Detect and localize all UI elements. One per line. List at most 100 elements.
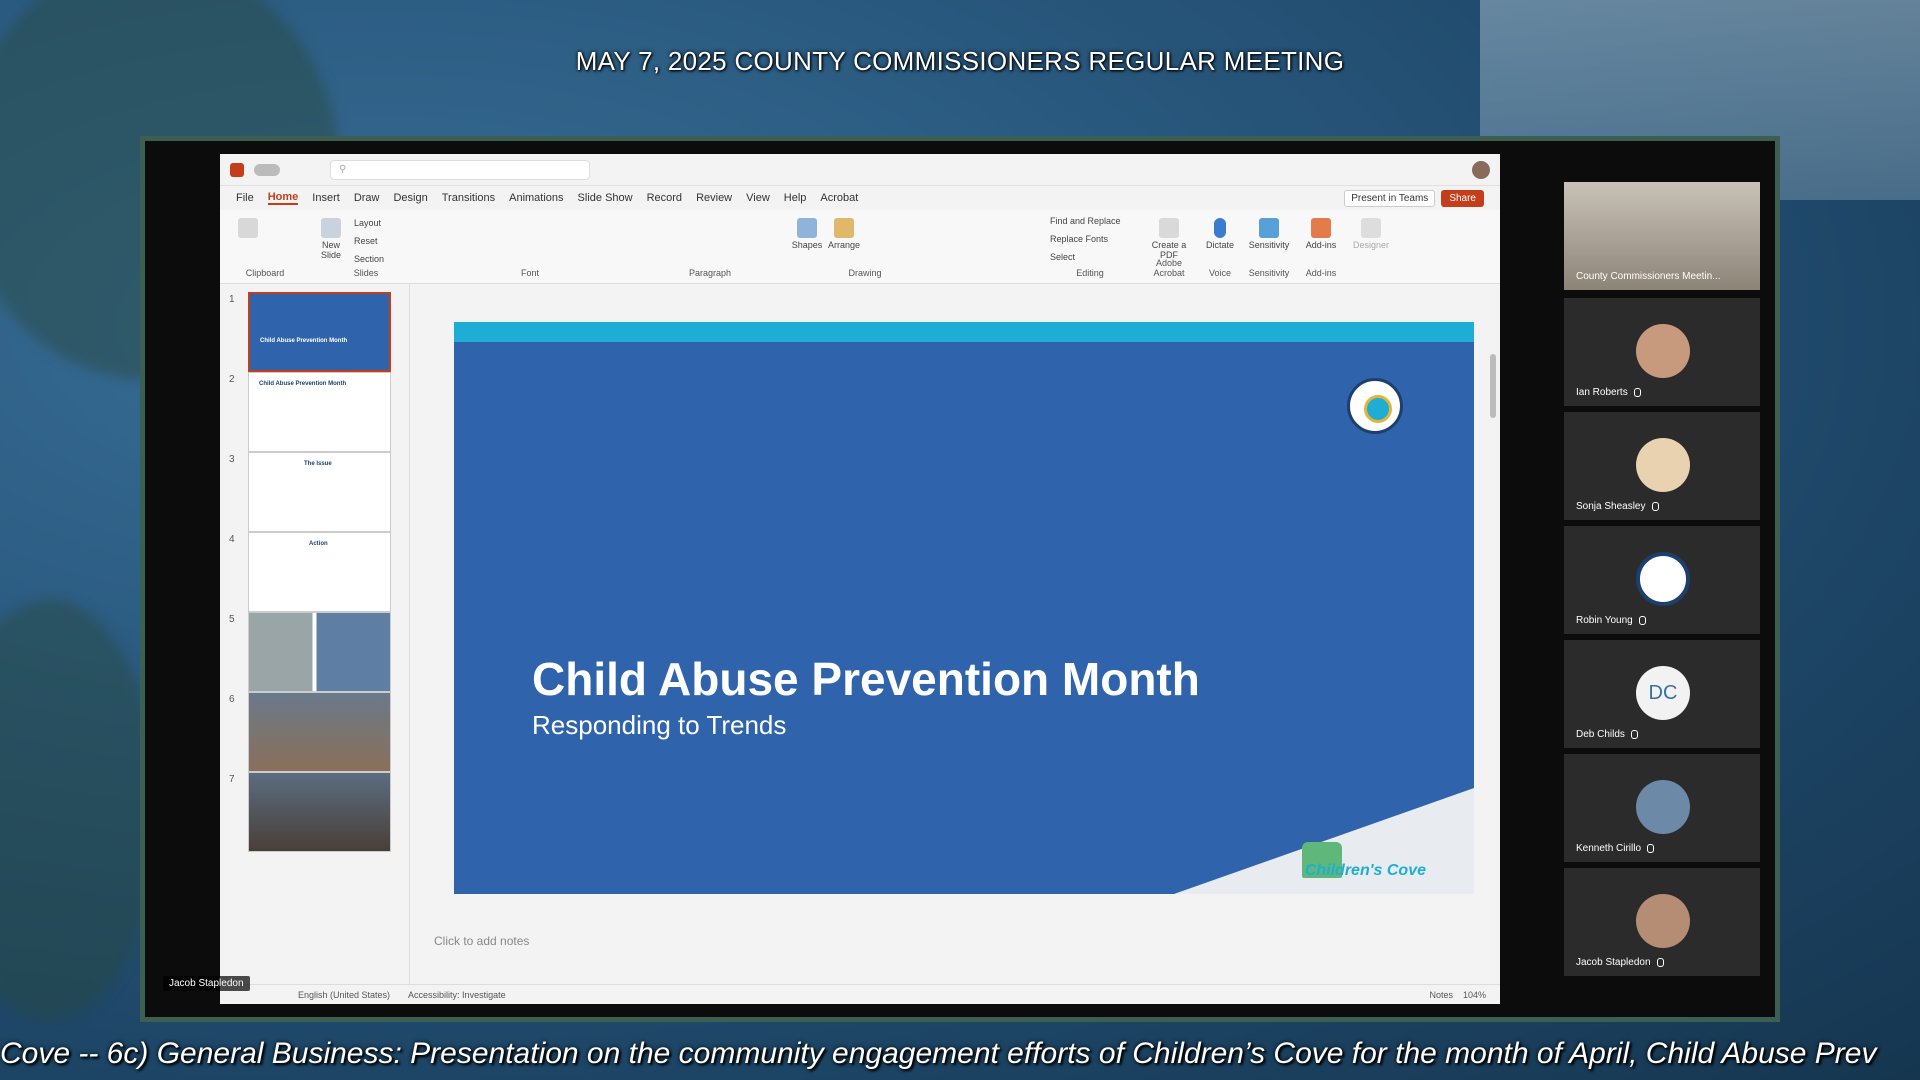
participant-name: Robin Young [1576,615,1646,626]
participant-name-text: Robin Young [1576,615,1633,626]
slide-thumbnail-3[interactable]: The Issue [248,452,391,532]
participant-name: Deb Childs [1576,729,1638,740]
county-seal-avatar [1636,552,1690,606]
addins-button[interactable]: Add-ins [1302,218,1340,250]
slide-title[interactable]: Child Abuse Prevention Month [532,652,1200,706]
paste-icon[interactable] [238,218,258,238]
participant-tile[interactable]: Robin Young [1564,526,1760,634]
thumb-number: 4 [229,534,235,545]
adobe-group: Create a PDF Adobe Acrobat [1144,214,1194,280]
participant-name-text: Jacob Stapledon [1576,957,1651,968]
layout-button[interactable]: Layout [354,218,381,228]
notes-button[interactable]: Notes [1429,990,1453,1000]
participant-name: Kenneth Cirillo [1576,843,1655,854]
section-button[interactable]: Section [354,254,384,264]
thumb-number: 5 [229,614,235,625]
workspace: 1 Child Abuse Prevention Month 2 Child A… [220,284,1500,984]
menu-home[interactable]: Home [267,191,299,205]
clipboard-label: Clipboard [245,268,285,278]
zoom-level[interactable]: 104% [1463,990,1486,1000]
drawing-group: Shapes Arrange Drawing [790,214,940,280]
replace-fonts-button[interactable]: Replace Fonts [1050,234,1108,244]
participant-name: Ian Roberts [1576,387,1641,398]
participant-name-text: Sonja Sheasley [1576,501,1646,512]
thumb-number: 7 [229,774,235,785]
participant-tile[interactable]: County Commissioners Meetin... [1564,182,1760,290]
sensitivity-button[interactable]: Sensitivity [1246,218,1292,250]
microphone-icon [1214,218,1226,238]
participant-tile[interactable]: DC Deb Childs [1564,640,1760,748]
share-button[interactable]: Share [1441,189,1484,207]
vertical-scrollbar[interactable] [1490,354,1496,418]
sensitivity-group: Sensitivity Sensitivity [1244,214,1294,280]
designer-group: Designer [1346,214,1396,280]
arrange-button[interactable]: Arrange [826,218,862,250]
menu-transitions[interactable]: Transitions [442,192,495,204]
menu-draw[interactable]: Draw [354,192,380,204]
participant-tile[interactable]: Kenneth Cirillo [1564,754,1760,862]
notes-placeholder[interactable]: Click to add notes [434,934,529,948]
menu-help[interactable]: Help [784,192,807,204]
initials-avatar: DC [1636,666,1690,720]
participant-tile[interactable]: Ian Roberts [1564,298,1760,406]
participant-tile[interactable]: Sonja Sheasley [1564,412,1760,520]
shapes-button[interactable]: Shapes [790,218,824,250]
clipboard-group: Clipboard [230,214,300,280]
menu-animations[interactable]: Animations [509,192,563,204]
find-replace-button[interactable]: Find and Replace [1050,216,1121,226]
powerpoint-icon [230,162,244,177]
designer-button[interactable]: Designer [1348,218,1394,250]
create-pdf-label: Create a PDF [1151,240,1187,260]
mic-muted-icon [1630,729,1638,739]
present-in-teams-button[interactable]: Present in Teams [1344,189,1436,207]
autosave-toggle[interactable] [254,163,280,176]
menu-record[interactable]: Record [647,192,682,204]
mic-muted-icon [1651,501,1659,511]
menu-design[interactable]: Design [393,192,427,204]
slides-group: New Slide Layout Reset Section Slides [316,214,416,280]
shapes-icon [797,218,817,238]
menu-insert[interactable]: Insert [312,192,340,204]
slide-thumbnail-7[interactable] [248,772,391,852]
reset-button[interactable]: Reset [354,236,378,246]
slide-top-band [454,322,1474,342]
menu-review[interactable]: Review [696,192,732,204]
slide-thumbnail-2[interactable]: Child Abuse Prevention Month [248,372,391,452]
new-slide-button[interactable]: New Slide [316,218,346,260]
arrange-label: Arrange [827,240,861,250]
menu-view[interactable]: View [746,192,770,204]
dictate-button[interactable]: Dictate [1202,218,1238,250]
slide-thumbnail-1[interactable]: Child Abuse Prevention Month [248,292,391,372]
arrange-icon [834,218,854,238]
menu-bar: File Home Insert Draw Design Transitions… [220,186,1500,210]
menu-slide-show[interactable]: Slide Show [578,192,633,204]
slide-thumbnail-4[interactable]: Action [248,532,391,612]
voice-group: Dictate Voice [1200,214,1240,280]
accessibility-status[interactable]: Accessibility: Investigate [408,990,506,1000]
thumb-title: The Issue [304,461,332,467]
new-slide-icon [321,218,341,238]
slide-subtitle[interactable]: Responding to Trends [532,710,786,741]
menu-acrobat[interactable]: Acrobat [820,192,858,204]
participant-name: County Commissioners Meetin... [1576,271,1721,282]
slide-thumbnails-pane[interactable]: 1 Child Abuse Prevention Month 2 Child A… [220,284,410,984]
new-slide-label: New Slide [320,240,341,260]
slide-canvas[interactable]: Child Abuse Prevention Month Responding … [454,322,1474,894]
create-pdf-button[interactable]: Create a PDF [1148,218,1190,260]
mic-muted-icon [1638,615,1646,625]
powerpoint-window: ⚲ File Home Insert Draw Design Transitio… [220,154,1500,1004]
search-box[interactable]: ⚲ [330,159,590,180]
designer-icon [1361,218,1381,238]
avatar [1636,324,1690,378]
slide-thumbnail-6[interactable] [248,692,391,772]
slide-thumbnail-5[interactable] [248,612,391,692]
menu-file[interactable]: File [236,192,254,204]
participant-tile[interactable]: Jacob Stapledon [1564,868,1760,976]
user-avatar[interactable] [1472,160,1490,179]
participant-name-text: Kenneth Cirillo [1576,843,1642,854]
language-status[interactable]: English (United States) [298,990,390,1000]
participant-name-text: Deb Childs [1576,729,1625,740]
thumb-title: Child Abuse Prevention Month [259,381,347,387]
select-button[interactable]: Select [1050,252,1075,262]
avatar [1636,438,1690,492]
